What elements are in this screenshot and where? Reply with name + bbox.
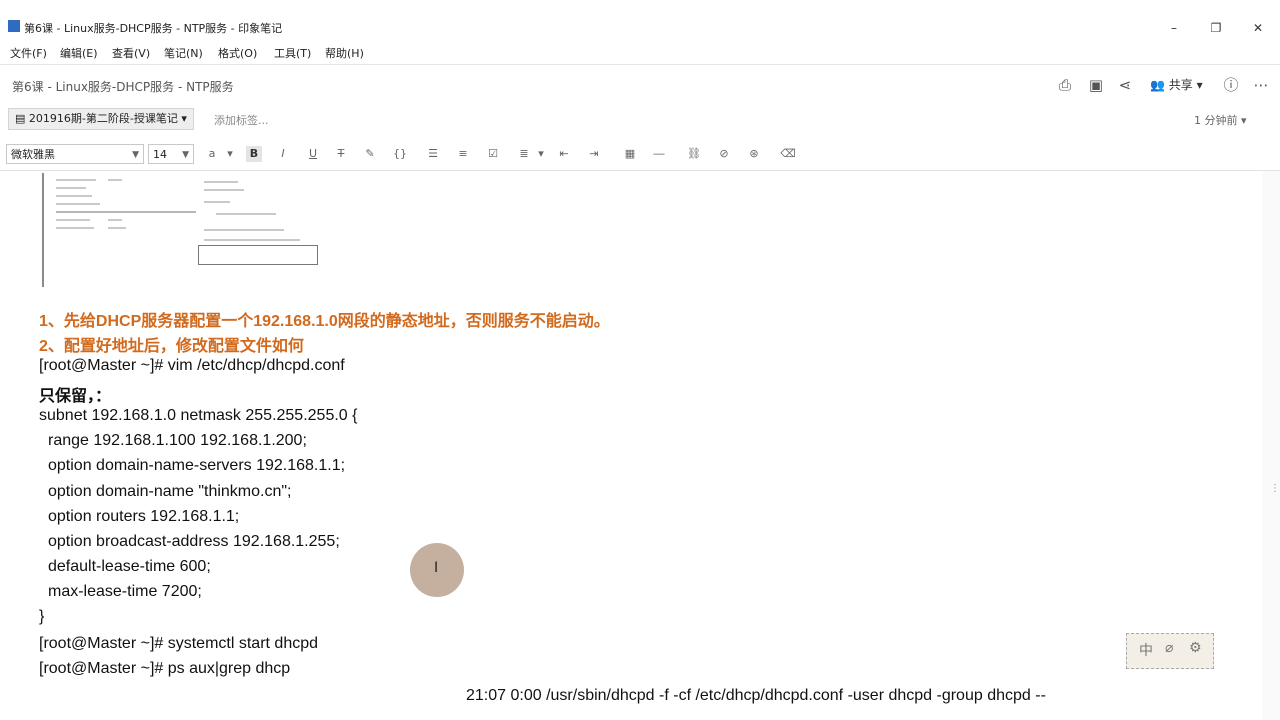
minimize-button[interactable]: –	[1154, 18, 1194, 38]
process-output-line: 21:07 0:00 /usr/sbin/dhcpd -f -cf /etc/d…	[466, 687, 1046, 704]
ime-punctuation-icon[interactable]: ⌀	[1165, 640, 1173, 656]
clear-format-icon[interactable]: ⌫	[780, 146, 796, 162]
title-bar: 第6课 - Linux服务-DHCP服务 - NTP服务 - 印象笔记 – ❐ …	[0, 14, 1280, 42]
modified-time: 1 分钟前 ▾	[1194, 114, 1247, 127]
print-icon[interactable]: ⎙	[1056, 76, 1074, 94]
menu-note[interactable]: 笔记(N)	[164, 45, 203, 61]
align-icon[interactable]: ≣	[516, 146, 532, 162]
horizontal-rule-icon[interactable]: ―	[651, 146, 667, 162]
code-line-10: max-lease-time 7200;	[48, 583, 202, 600]
font-family-select[interactable]: 微软雅黑 ▼	[6, 144, 144, 164]
menu-edit[interactable]: 编辑(E)	[60, 45, 98, 61]
code-line-8: option broadcast-address 192.168.1.255;	[48, 533, 340, 550]
ime-chinese-icon[interactable]: 中	[1139, 640, 1153, 660]
code-line-3: subnet 192.168.1.0 netmask 255.255.255.0…	[39, 407, 358, 424]
evernote-window: 第6课 - Linux服务-DHCP服务 - NTP服务 - 印象笔记 – ❐ …	[0, 0, 1280, 720]
add-tag-field[interactable]: 添加标签...	[214, 112, 269, 128]
link-icon[interactable]: ⛓	[686, 146, 702, 162]
app-icon	[8, 20, 20, 32]
present-icon[interactable]: ▣	[1087, 76, 1105, 94]
vertical-scrollbar[interactable]: ⋮	[1262, 171, 1280, 720]
encrypt-icon[interactable]: ⊛	[746, 146, 762, 162]
unlink-icon[interactable]: ⊘	[716, 146, 732, 162]
code-line-1: [root@Master ~]# vim /etc/dhcp/dhcpd.con…	[39, 357, 345, 374]
code-line-9: default-lease-time 600;	[48, 558, 211, 575]
note-title[interactable]: 第6课 - Linux服务-DHCP服务 - NTP服务	[12, 78, 234, 95]
underline-icon[interactable]: U	[305, 146, 321, 162]
numbered-list-icon[interactable]: ≡	[455, 146, 471, 162]
outdent-icon[interactable]: ⇤	[556, 146, 572, 162]
text-color-dropdown-icon[interactable]: ▾	[222, 146, 238, 162]
code-line-4: range 192.168.1.100 192.168.1.200;	[48, 432, 307, 449]
table-icon[interactable]: ▦	[622, 146, 638, 162]
code-line-11: }	[39, 608, 45, 625]
text-cursor-icon: I	[434, 560, 439, 576]
close-button[interactable]: ✕	[1238, 18, 1278, 38]
share-icon[interactable]: ⋖	[1116, 76, 1134, 94]
scroll-grip-icon: ⋮	[1270, 483, 1280, 494]
menu-file[interactable]: 文件(F)	[10, 45, 47, 61]
menu-bar: 文件(F) 编辑(E) 查看(V) 笔记(N) 格式(O) 工具(T) 帮助(H…	[0, 42, 1280, 65]
ime-toolbar[interactable]: 中 ⌀ ⚙	[1126, 633, 1214, 669]
indent-icon[interactable]: ⇥	[586, 146, 602, 162]
code-line-12: [root@Master ~]# systemctl start dhcpd	[39, 635, 319, 652]
share-button[interactable]: 👥 共享 ▾	[1150, 76, 1203, 93]
share-label: 共享	[1168, 78, 1193, 92]
code-icon[interactable]: {}	[392, 146, 408, 162]
more-icon[interactable]: ⋯	[1252, 76, 1270, 94]
format-toolbar: 微软雅黑 ▼ 14 ▼ a ▾ B I U T ✎ {} ☰ ≡ ☑ ≣ ▾ ⇤ ⇥…	[0, 140, 1280, 171]
tag-row: ▤ 201916期-第二阶段-授课笔记 ▾ 添加标签... 1 分钟前 ▾	[0, 104, 1280, 132]
code-line-6: option domain-name "thinkmo.cn";	[48, 483, 292, 500]
menu-format[interactable]: 格式(O)	[218, 45, 257, 61]
terminal-output-strip: 21:07 0:00 /usr/sbin/dhcpd -f -cf /etc/d…	[0, 684, 1262, 720]
menu-help[interactable]: 帮助(H)	[325, 45, 364, 61]
code-line-5: option domain-name-servers 192.168.1.1;	[48, 457, 346, 474]
bullet-list-icon[interactable]: ☰	[425, 146, 441, 162]
modified-time-label: 1 分钟前	[1194, 114, 1238, 127]
highlight-icon[interactable]: ✎	[362, 146, 378, 162]
code-line-13: [root@Master ~]# ps aux|grep dhcp	[39, 660, 291, 677]
checkbox-icon[interactable]: ☑	[485, 146, 501, 162]
font-size-select[interactable]: 14 ▼	[148, 144, 194, 164]
font-size-value: 14	[153, 148, 167, 161]
menu-tools[interactable]: 工具(T)	[274, 45, 311, 61]
note-header: 第6课 - Linux服务-DHCP服务 - NTP服务 ⎙ ▣ ⋖ 👥 共享 …	[0, 70, 1280, 100]
step-1-text: 1、先给DHCP服务器配置一个192.168.1.0网段的静态地址，否则服务不能…	[39, 313, 610, 330]
step-2-text: 2、配置好地址后，修改配置文件如何	[39, 338, 304, 355]
code-line-7: option routers 192.168.1.1;	[48, 508, 240, 525]
text-color-icon[interactable]: a	[204, 146, 220, 162]
notebook-name: 201916期-第二阶段-授课笔记	[28, 112, 178, 125]
ime-settings-icon[interactable]: ⚙	[1189, 640, 1202, 656]
code-line-2: 只保留，：	[39, 388, 112, 405]
info-icon[interactable]: ⓘ	[1222, 76, 1240, 94]
chevron-down-icon: ▼	[182, 150, 189, 160]
window-title: 第6课 - Linux服务-DHCP服务 - NTP服务 - 印象笔记	[24, 22, 283, 35]
maximize-button[interactable]: ❐	[1196, 18, 1236, 38]
italic-icon[interactable]: I	[275, 146, 291, 162]
menu-view[interactable]: 查看(V)	[112, 45, 150, 61]
chevron-down-icon: ▼	[132, 150, 139, 160]
bold-icon[interactable]: B	[246, 146, 262, 162]
notebook-selector[interactable]: ▤ 201916期-第二阶段-授课笔记 ▾	[8, 108, 194, 130]
note-editor[interactable]: 1、先给DHCP服务器配置一个192.168.1.0网段的静态地址，否则服务不能…	[0, 171, 1262, 720]
strikethrough-icon[interactable]: T	[333, 146, 349, 162]
embedded-screenshot-image	[42, 173, 324, 287]
font-family-value: 微软雅黑	[11, 148, 55, 161]
align-dropdown-icon[interactable]: ▾	[533, 146, 549, 162]
